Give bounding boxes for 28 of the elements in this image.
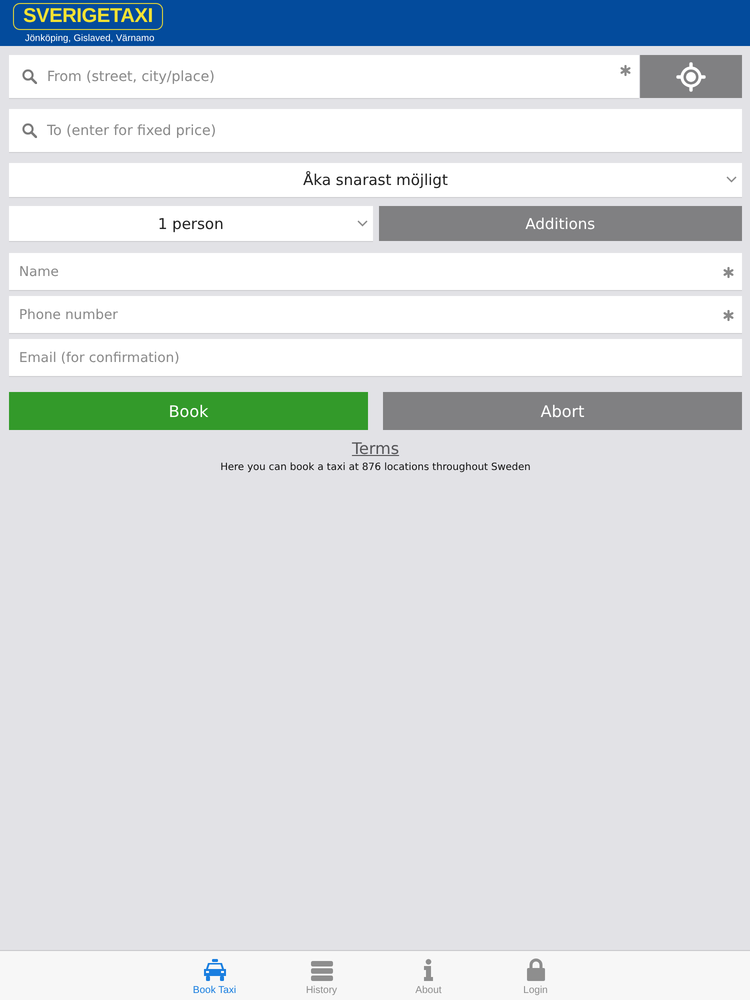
info-icon (423, 959, 434, 981)
info-text: Here you can book a taxi at 876 locations throughout Sweden (220, 462, 531, 473)
abort-button[interactable]: Abort (383, 392, 742, 430)
logo: SVERIGETAXI (13, 3, 163, 30)
tab-bar-item[interactable]: About (375, 951, 482, 1000)
address-field[interactable]: From (street, city/place) (9, 55, 639, 98)
text-field[interactable]: Name (9, 253, 742, 290)
taxi-icon (202, 959, 226, 981)
crosshair-icon (676, 62, 706, 92)
tab-bar-item[interactable]: History (268, 951, 375, 1000)
passengers-select[interactable]: 1 person (9, 206, 372, 241)
text-field[interactable]: Email (for confirmation) (9, 339, 742, 376)
text-field[interactable]: Phone number (9, 296, 742, 333)
search-icon (22, 69, 37, 84)
locate-button[interactable] (640, 55, 742, 98)
chevron-icon (356, 220, 368, 226)
additions-button[interactable]: Additions (378, 206, 742, 241)
logo-subtitle: Jönköping, Gislaved, Värnamo (25, 33, 154, 44)
terms-link[interactable]: Terms (352, 439, 400, 458)
chevron-icon (726, 176, 737, 183)
padlock-icon (526, 958, 544, 981)
time-select[interactable]: Åka snarast möjligt (9, 163, 742, 197)
list-icon (310, 961, 332, 981)
tab-bar-item[interactable]: Login (482, 951, 589, 1000)
search-icon (22, 123, 37, 138)
address-field[interactable]: To (enter for fixed price) (9, 109, 742, 152)
tab-bar-item[interactable]: Book Taxi (161, 951, 268, 1000)
book-button[interactable]: Book (9, 392, 368, 430)
